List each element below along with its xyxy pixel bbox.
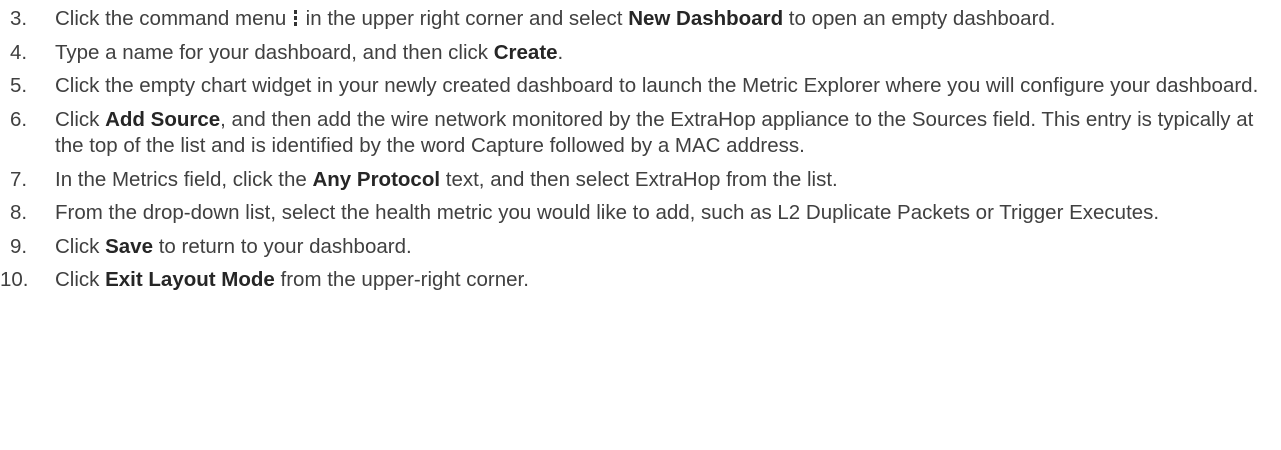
step-text: Type a name for your dashboard, and then… (55, 40, 494, 64)
step-text: from the upper-right corner. (274, 268, 529, 291)
step-text: Click (55, 268, 106, 291)
step-text: to open an empty dashboard. (783, 7, 1056, 30)
command-menu-icon (293, 10, 297, 26)
step-text: text, and then select ExtraHop from the … (440, 167, 838, 191)
step-text: Click the command menu (55, 7, 292, 30)
step-number: 8. (10, 201, 28, 224)
step-text: In the Metrics field, click the (55, 167, 313, 191)
step-text: From the drop-down list, select the heal… (55, 201, 1160, 224)
step-number: 4. (10, 40, 28, 64)
ui-term-bold: Any Protocol (312, 167, 441, 191)
step-item: 9. Click Save to return to your dashboard… (0, 234, 1281, 261)
ui-term-bold: Create (493, 40, 558, 64)
step-item: 6. Click Add Source, and then add the wir… (0, 107, 1281, 160)
step-item: 5. Click the empty chart widget in your n… (0, 73, 1281, 100)
step-number: 9. (10, 234, 28, 258)
ui-term-bold: Save (105, 234, 153, 258)
ui-term-bold: Add Source (105, 107, 221, 131)
step-text: Click (55, 107, 106, 131)
step-item: 8. From the drop-down list, select the he… (0, 200, 1281, 227)
step-item: 10. Click Exit Layout Mode from the upper… (0, 267, 1281, 294)
step-text: . (557, 40, 564, 64)
step-item: 4. Type a name for your dashboard, and th… (0, 40, 1281, 67)
step-text: , and then add the wire network monitore… (55, 107, 1254, 158)
instruction-steps-list: 3. Click the command menu in the upper ri… (0, 6, 1281, 301)
step-number: 7. (10, 167, 28, 191)
step-number: 5. (10, 74, 28, 97)
step-item: 7. In the Metrics field, click the Any Pr… (0, 167, 1281, 194)
step-text: in the upper right corner and select (299, 7, 629, 30)
step-item: 3. Click the command menu in the upper ri… (0, 6, 1281, 33)
step-number: 10. (0, 268, 29, 291)
ui-term-bold: New Dashboard (628, 7, 784, 30)
step-text: Click (55, 234, 106, 258)
step-text: to return to your dashboard. (153, 234, 412, 258)
document-page: 3. Click the command menu in the upper ri… (0, 0, 1281, 450)
step-number: 3. (10, 7, 28, 30)
step-number: 6. (10, 107, 28, 131)
ui-term-bold: Exit Layout Mode (105, 268, 275, 291)
step-text: Click the empty chart widget in your new… (55, 74, 1259, 97)
